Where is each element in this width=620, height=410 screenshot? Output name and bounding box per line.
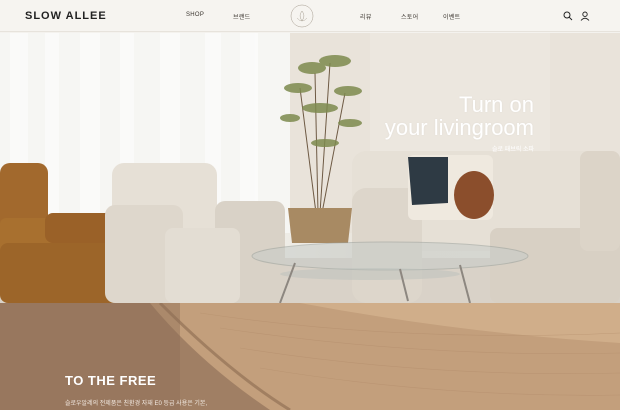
search-icon[interactable] — [563, 11, 573, 21]
hero-subtitle: 슬로 패브릭 소파 — [492, 147, 534, 153]
nav-event[interactable]: 이벤트 — [443, 12, 460, 21]
nav-store[interactable]: 스토어 — [401, 12, 418, 21]
hero-banner[interactable]: Turn on your livingroom 슬로 패브릭 소파 — [0, 33, 620, 303]
section-description: 슬로우알레의 전제품은 친환경 자재 E0 등급 사용은 기본, — [65, 401, 208, 407]
hero-title-line1: Turn on — [458, 92, 534, 117]
emblem-logo[interactable] — [288, 3, 316, 29]
section-title: TO THE FREE — [65, 373, 157, 388]
brand-section: TO THE FREE 슬로우알레의 전제품은 친환경 자재 E0 등급 사용은… — [0, 303, 620, 410]
hero-title-line2: your livingroom — [384, 115, 534, 140]
brand-logo[interactable]: SLOW ALLEE — [25, 10, 107, 22]
nav-review[interactable]: 리뷰 — [360, 12, 372, 21]
nav-brand[interactable]: 브랜드 — [233, 12, 250, 21]
site-header: SLOW ALLEE SHOP 브랜드 리뷰 스토어 이벤트 — [0, 0, 620, 32]
user-icon[interactable] — [580, 11, 590, 21]
nav-shop[interactable]: SHOP — [186, 12, 204, 18]
hero-living-room-image — [0, 33, 620, 303]
hero-title: Turn on your livingroom — [385, 93, 534, 139]
wood-table-image — [0, 303, 620, 410]
